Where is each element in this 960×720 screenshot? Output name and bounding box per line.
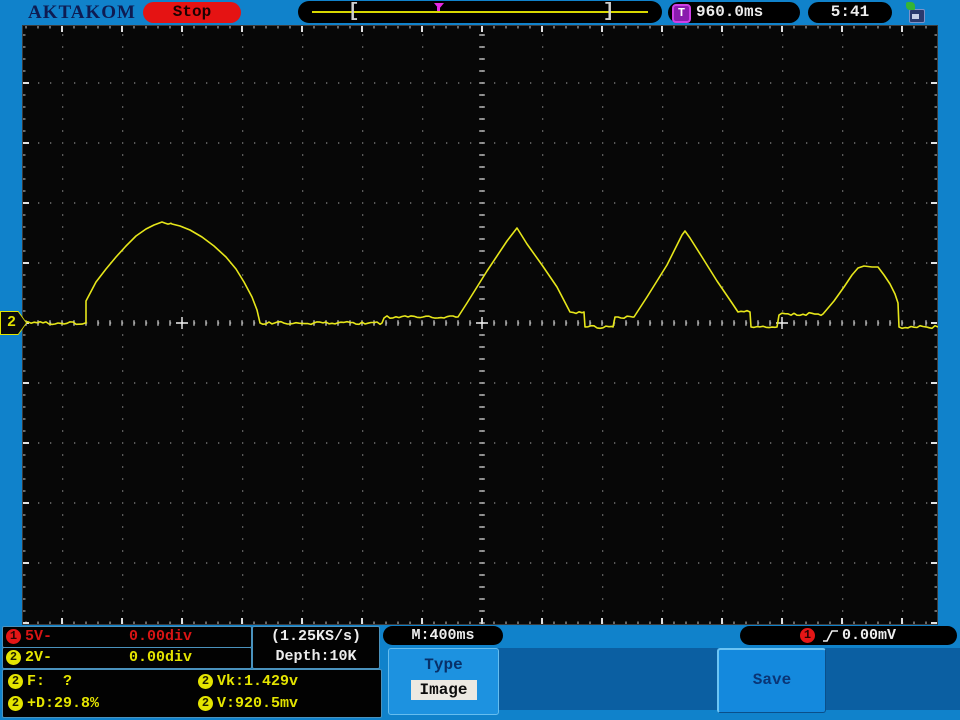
acquisition-info-box: (1.25KS/s) Depth:10K xyxy=(252,626,380,669)
window-start-bracket: [ xyxy=(348,0,360,22)
acquisition-status-badge: Stop xyxy=(143,2,241,23)
trigger-level-readout: 1 0.00mV xyxy=(740,626,957,645)
trigger-source-badge: 1 xyxy=(800,628,815,643)
usb-storage-icon-label xyxy=(912,14,919,19)
trigger-position-icon-stem xyxy=(437,7,440,11)
measurements-box: 2 F: ? 2 Vk:1.429v 2 +D:29.8% 2 V:920.5mv xyxy=(2,669,382,718)
channel2-badge: 2 xyxy=(6,650,21,665)
oscilloscope-ui: AKTAKOM Stop [ ] T 960.0ms 5:41 2 1 5V- … xyxy=(0,0,960,720)
graticule-and-trace xyxy=(21,25,939,625)
menu-item-type-label: Type xyxy=(424,656,463,674)
trigger-t-icon: T xyxy=(672,4,691,23)
menu-item-type-selected-value[interactable]: Image xyxy=(410,680,477,700)
trigger-level-value: 0.00mV xyxy=(842,627,897,644)
record-position-scrollbar[interactable]: [ ] xyxy=(298,0,662,23)
measurement-duty: 2 +D:29.8% xyxy=(8,694,99,714)
rising-edge-icon xyxy=(823,630,838,642)
usb-storage-icon xyxy=(903,1,925,23)
trigger-time-readout: T 960.0ms xyxy=(668,2,800,23)
measurement-voltage: 2 V:920.5mv xyxy=(198,694,298,714)
record-length-line xyxy=(312,11,648,13)
channel2-scale: 2V- xyxy=(25,649,53,666)
clock: 5:41 xyxy=(808,2,892,23)
channel1-offset: 0.00div xyxy=(129,628,193,645)
sample-rate: (1.25KS/s) xyxy=(270,628,361,645)
channel2-info-box: 2 2V- 0.00div xyxy=(2,647,252,669)
channel1-info-box: 1 5V- 0.00div xyxy=(2,626,252,648)
brand-logo: AKTAKOM xyxy=(28,2,136,23)
channel1-scale: 5V- xyxy=(25,628,53,645)
measurement-vk: 2 Vk:1.429v xyxy=(198,672,298,692)
timebase-readout: M:400ms xyxy=(383,626,503,645)
trigger-time-value: 960.0ms xyxy=(696,3,764,21)
record-depth: Depth:10K xyxy=(275,648,357,665)
menu-item-type[interactable]: Type Image xyxy=(388,648,499,715)
channel1-badge: 1 xyxy=(6,629,21,644)
usb-storage-icon-arrow xyxy=(906,2,915,10)
measurement-frequency: 2 F: ? xyxy=(8,672,72,692)
save-button[interactable]: Save xyxy=(717,648,826,713)
channel2-offset: 0.00div xyxy=(129,649,193,666)
window-end-bracket: ] xyxy=(603,0,615,22)
waveform-display xyxy=(21,25,939,625)
